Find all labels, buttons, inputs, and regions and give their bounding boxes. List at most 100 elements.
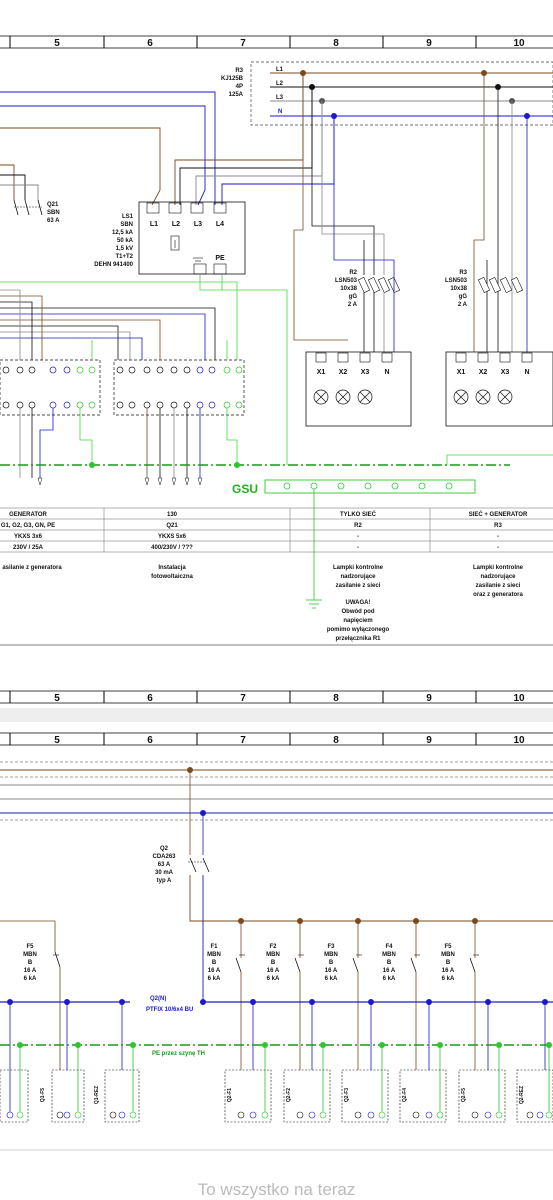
svg-text:6 kA: 6 kA — [24, 976, 37, 982]
top-col-8: 8 — [333, 38, 339, 49]
breaker-f5-right: F5 MBN B 16 A 6 kA — [441, 918, 478, 1070]
bottom-col-8: 8 — [333, 735, 339, 746]
svg-text:YKXS 5x6: YKXS 5x6 — [158, 534, 187, 540]
svg-text:F1: F1 — [210, 944, 218, 950]
svg-text:MBN: MBN — [324, 952, 338, 958]
svg-text:5: 5 — [54, 693, 60, 704]
top-column-header: 5 6 7 8 9 10 — [0, 35, 553, 49]
svg-text:F5: F5 — [444, 944, 452, 950]
svg-text:16 A: 16 A — [24, 968, 37, 974]
svg-text:gG: gG — [349, 294, 358, 300]
svg-text:16 A: 16 A — [208, 968, 221, 974]
svg-text:YKXS 3x6: YKXS 3x6 — [14, 534, 43, 540]
svg-text:2 A: 2 A — [348, 302, 358, 308]
n-bus-label: Q2(N) — [150, 996, 166, 1002]
breaker-f5-left: F5 MBN B 16 A 6 kA — [23, 944, 61, 982]
bottom-col-9: 9 — [426, 735, 432, 746]
svg-text:6 kA: 6 kA — [267, 976, 280, 982]
svg-text:Q21: Q21 — [166, 523, 178, 529]
svg-text:Lampki kontrolne: Lampki kontrolne — [473, 565, 524, 571]
bottom-col-10: 10 — [513, 735, 525, 746]
svg-text:10x38: 10x38 — [450, 286, 467, 292]
breaker-f4: F4 MBN B 16 A 6 kA — [382, 918, 419, 1070]
bus-l1-label: L1 — [276, 67, 284, 73]
svg-text:F4: F4 — [385, 944, 393, 950]
svg-text:DEHN 941400: DEHN 941400 — [94, 262, 133, 268]
bottom-col-6: 6 — [147, 735, 153, 746]
svg-text:63 A: 63 A — [47, 218, 60, 224]
svg-text:F5: F5 — [26, 944, 34, 950]
svg-text:MBN: MBN — [23, 952, 37, 958]
top-terminal-strips — [0, 359, 245, 416]
svg-text:1,5 kV: 1,5 kV — [116, 246, 133, 252]
svg-text:9: 9 — [426, 693, 432, 704]
svg-text:F3: F3 — [327, 944, 335, 950]
svg-text:130: 130 — [167, 512, 178, 518]
svg-text:-: - — [497, 545, 499, 551]
term-label-q2-f1: Q2-F1 — [227, 1088, 233, 1102]
r3-fuse-block: R3 LSN503 10x38 gG 2 A X1 X2 X3 N — [445, 73, 553, 427]
svg-text:GENERATOR: GENERATOR — [9, 512, 47, 518]
svg-text:SBN: SBN — [120, 222, 133, 228]
svg-text:X2: X2 — [479, 369, 488, 376]
svg-text:L1: L1 — [150, 221, 158, 228]
term-label-q2-f5: Q2-F5 — [461, 1088, 467, 1102]
svg-text:X1: X1 — [317, 369, 326, 376]
svg-text:PE: PE — [215, 255, 225, 262]
term-label-q2-f3: Q2-F3 — [344, 1088, 350, 1102]
svg-text:10x38: 10x38 — [340, 286, 357, 292]
pe-bus-label: PE przez szynę TH — [152, 1051, 205, 1057]
svg-text:przełącznika R1: przełącznika R1 — [335, 636, 381, 642]
svg-text:Instalacja: Instalacja — [158, 565, 186, 571]
bottom-solid-bus — [0, 767, 553, 816]
term-label-q1-f5: Q1-F5 — [40, 1088, 46, 1102]
bottom-column-header: 5 6 7 8 9 10 — [0, 732, 553, 746]
bottom-col-5: 5 — [54, 735, 60, 746]
svg-text:fotowoltaiczna: fotowoltaiczna — [151, 574, 193, 580]
svg-text:oraz z generatora: oraz z generatora — [473, 592, 523, 598]
svg-text:R2: R2 — [354, 523, 362, 529]
svg-text:N: N — [384, 369, 389, 376]
svg-text:typ A: typ A — [157, 878, 172, 884]
svg-text:-: - — [357, 534, 359, 540]
svg-text:TYLKO SIEĆ: TYLKO SIEĆ — [340, 510, 377, 518]
term-label-q2-f4: Q2-F4 — [402, 1088, 408, 1102]
svg-text:B: B — [329, 960, 334, 966]
bottom-col-7: 7 — [240, 735, 246, 746]
bus-l2-label: L2 — [276, 81, 284, 87]
svg-text:CDA263: CDA263 — [152, 854, 176, 860]
svg-text:F2: F2 — [269, 944, 277, 950]
svg-text:6 kA: 6 kA — [208, 976, 221, 982]
svg-text:gG: gG — [459, 294, 468, 300]
svg-text:L3: L3 — [194, 221, 202, 228]
svg-text:16 A: 16 A — [325, 968, 338, 974]
svg-text:MBN: MBN — [441, 952, 455, 958]
svg-text:R3: R3 — [494, 523, 502, 529]
bus-n-label: N — [278, 109, 282, 115]
svg-text:-: - — [357, 545, 359, 551]
svg-text:nadzorujące: nadzorujące — [480, 574, 516, 580]
svg-text:6: 6 — [147, 693, 153, 704]
pe-bus: PE przez szynę TH — [0, 1042, 553, 1112]
svg-text:X3: X3 — [501, 369, 510, 376]
svg-text:asilanie z generatora: asilanie z generatora — [2, 565, 62, 571]
top-col-6: 6 — [147, 38, 153, 49]
top-col-7: 7 — [240, 38, 246, 49]
svg-text:KJ125B: KJ125B — [221, 76, 244, 82]
n-bus: Q2(N) PTFIX 10/6x4 BU — [0, 996, 553, 1112]
svg-text:16 A: 16 A — [383, 968, 396, 974]
svg-text:L4: L4 — [216, 221, 224, 228]
breaker-f1: F1 MBN B 16 A 6 kA — [207, 918, 244, 1070]
svg-text:6 kA: 6 kA — [442, 976, 455, 982]
term-label-q2-rez: Q2-REZ — [519, 1086, 525, 1104]
page-separator: 5 6 7 8 9 10 — [0, 690, 553, 722]
r2-lamp-icons — [313, 389, 373, 405]
footer-caption: To wszystko na teraz — [197, 1180, 356, 1199]
svg-text:63 A: 63 A — [158, 862, 171, 868]
svg-text:UWAGA!: UWAGA! — [346, 600, 371, 606]
svg-text:B: B — [271, 960, 276, 966]
svg-text:50 kA: 50 kA — [117, 238, 134, 244]
svg-text:X1: X1 — [457, 369, 466, 376]
svg-text:30 mA: 30 mA — [155, 870, 174, 876]
svg-text:125A: 125A — [229, 92, 244, 98]
